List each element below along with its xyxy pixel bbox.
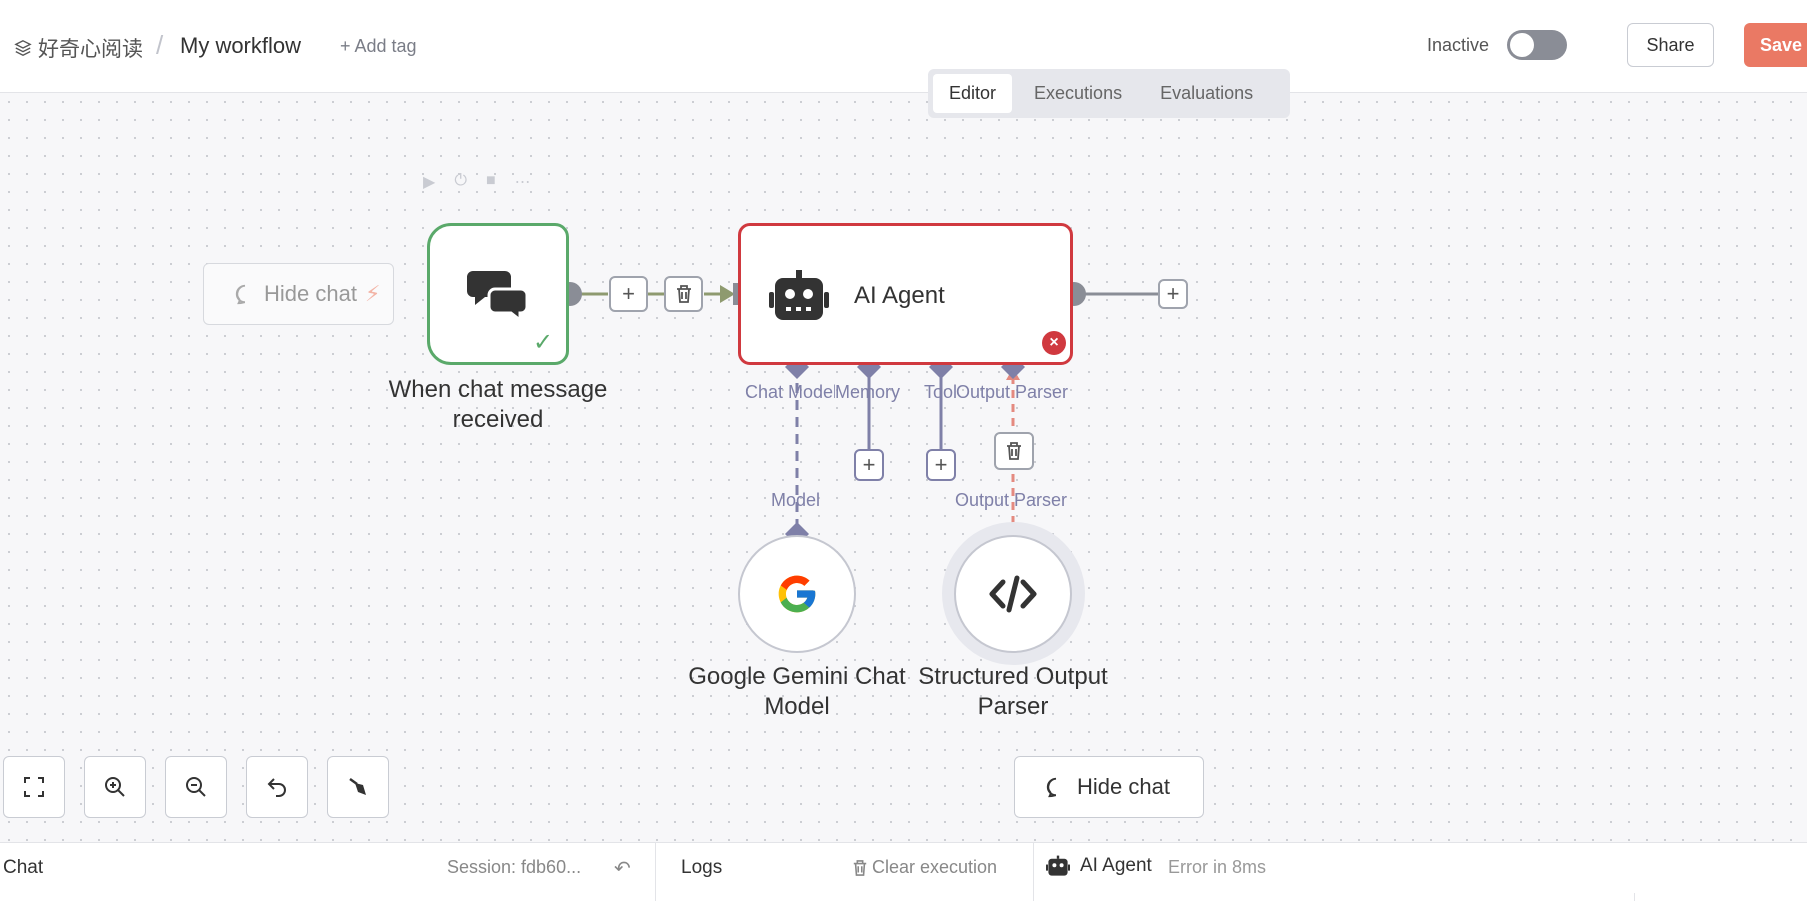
fullscreen-icon — [24, 777, 44, 797]
panel-divider — [1033, 843, 1034, 901]
bottom-panel: Chat Session: fdb60... ↶ Logs Clear exec… — [0, 842, 1807, 901]
parser-node-label: Structured Output Parser — [918, 663, 1108, 720]
more-icon[interactable]: ⋯ — [515, 172, 531, 192]
panel-divider — [1634, 893, 1635, 901]
structured-output-parser-node[interactable] — [954, 535, 1072, 653]
clear-execution-button[interactable]: Clear execution — [852, 857, 997, 878]
breadcrumb-project[interactable]: 好奇心阅读 — [14, 33, 143, 63]
breadcrumb-separator: / — [156, 30, 164, 60]
chat-model-port-label: Chat Model — [745, 382, 835, 402]
workflow-name[interactable]: My workflow — [180, 33, 301, 59]
power-icon[interactable]: ⏻ — [454, 172, 467, 192]
tab-executions[interactable]: Executions — [1018, 74, 1138, 113]
delete-connection-button[interactable] — [664, 276, 703, 312]
log-entry-agent[interactable]: AI Agent — [1046, 855, 1152, 877]
view-tabs: Editor Executions Evaluations — [928, 69, 1290, 118]
add-tag-button[interactable]: + Add tag — [340, 36, 417, 57]
active-toggle[interactable] — [1507, 30, 1567, 60]
project-name: 好奇心阅读 — [38, 38, 143, 61]
play-icon[interactable]: ▶ — [423, 172, 435, 192]
reset-zoom-button[interactable] — [246, 756, 308, 818]
gemini-node-label: Google Gemini Chat Model — [688, 663, 906, 720]
trash-icon — [676, 285, 691, 303]
add-node-between-button[interactable]: + — [609, 276, 648, 312]
tool-port-label: Tool — [924, 382, 958, 402]
top-bar: 好奇心阅读 / My workflow + Add tag Inactive S… — [0, 0, 1807, 93]
save-button[interactable]: Save — [1744, 23, 1807, 67]
hide-chat-ghost-button: Hide chat ⚡ — [203, 263, 394, 325]
hide-chat-label: Hide chat — [1077, 774, 1170, 799]
hide-chat-ghost-label: Hide chat — [264, 281, 357, 306]
active-status-label: Inactive — [1427, 35, 1490, 55]
chat-bubble-icon — [235, 284, 246, 305]
fit-view-button[interactable] — [3, 756, 65, 818]
parser-input-label: Output Parser — [955, 490, 1068, 510]
share-button[interactable]: Share — [1627, 23, 1714, 67]
add-memory-button[interactable]: + — [854, 449, 884, 481]
robot-icon — [769, 270, 829, 320]
tab-evaluations[interactable]: Evaluations — [1144, 74, 1269, 113]
google-g-icon — [778, 575, 816, 613]
zoom-in-button[interactable] — [84, 756, 146, 818]
ai-agent-node[interactable]: AI Agent × — [738, 223, 1073, 365]
undo-icon — [267, 778, 286, 797]
workflow-canvas[interactable] — [0, 93, 1807, 842]
log-agent-name: AI Agent — [1080, 855, 1152, 876]
zoom-out-icon — [186, 777, 206, 797]
clear-execution-label: Clear execution — [872, 857, 998, 877]
logs-panel-title: Logs — [681, 857, 723, 878]
trash-icon[interactable]: ■ — [486, 172, 496, 192]
trash-icon — [1007, 442, 1021, 460]
memory-port-label: Memory — [835, 382, 901, 402]
add-output-node-button[interactable]: + — [1158, 279, 1188, 309]
robot-icon — [1046, 855, 1070, 876]
gemini-model-node[interactable] — [738, 535, 856, 653]
zoom-out-button[interactable] — [165, 756, 227, 818]
success-check-icon: ✓ — [533, 329, 554, 356]
output-parser-port-label: Output Parser — [956, 382, 1069, 402]
toggle-knob — [1510, 33, 1534, 57]
panel-divider — [655, 843, 656, 901]
agent-node-title: AI Agent — [854, 282, 945, 309]
trigger-node-label: When chat message received — [388, 376, 608, 433]
tab-editor[interactable]: Editor — [933, 74, 1013, 113]
log-agent-status: Error in 8ms — [1168, 857, 1267, 877]
chat-icon — [467, 271, 529, 321]
node-toolbar: ▶ ⏻ ■ ⋯ — [423, 172, 531, 192]
lightning-icon: ⚡ — [364, 281, 381, 306]
zoom-in-icon — [105, 777, 125, 797]
layers-icon — [14, 40, 32, 56]
hide-chat-button[interactable]: Hide chat — [1014, 756, 1204, 818]
session-id[interactable]: Session: fdb60... — [447, 857, 581, 878]
add-tool-button[interactable]: + — [926, 449, 956, 481]
delete-parser-connection-button[interactable] — [994, 432, 1034, 470]
error-icon: × — [1042, 331, 1066, 355]
tidy-up-button[interactable] — [327, 756, 389, 818]
trash-icon — [853, 859, 867, 876]
reset-session-icon[interactable]: ↶ — [614, 856, 631, 881]
chat-trigger-node[interactable]: ✓ — [427, 223, 569, 365]
broom-icon — [349, 777, 366, 795]
model-input-label: Model — [771, 490, 821, 510]
code-icon — [989, 575, 1037, 613]
chat-bubble-icon — [1046, 777, 1057, 798]
chat-panel-title: Chat — [3, 857, 44, 878]
